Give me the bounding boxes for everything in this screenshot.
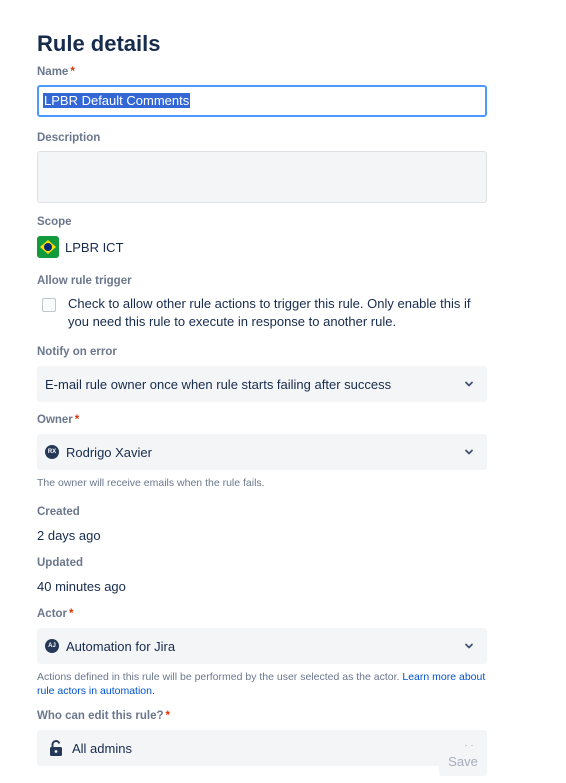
actor-help-text: Actions defined in this rule will be per… [37,671,486,697]
who-can-edit-label: Who can edit this rule? * [37,710,170,722]
allow-trigger-checkbox[interactable] [42,298,56,312]
actor-group: Actor * AJ Automation for Jira Actions de… [37,606,487,698]
avatar: AJ [45,639,59,653]
rule-details-form: Rule details Name * LPBR Default Comments… [37,30,487,766]
allow-trigger-group: Allow rule trigger Check to allow other … [37,273,487,331]
who-can-edit-select[interactable]: All admins [37,730,487,766]
created-group: Created 2 days ago [37,504,487,544]
owner-label: Owner * [37,414,80,426]
chevron-down-icon [465,449,473,455]
save-button[interactable]: Save [439,746,487,776]
updated-label: Updated [37,557,83,569]
lock-icon [50,740,62,756]
updated-group: Updated 40 minutes ago [37,555,487,595]
scope-group: Scope LPBR ICT [37,214,487,258]
chevron-down-icon [465,381,473,387]
created-label: Created [37,506,80,518]
notify-label: Notify on error [37,346,117,358]
scope-text: LPBR ICT [65,239,124,255]
page-title: Rule details [37,31,161,56]
description-input[interactable] [37,151,487,203]
rule-details-panel: Rule details Name * LPBR Default Comments… [0,0,566,783]
chevron-down-icon [465,643,473,649]
description-field-group: Description [37,130,487,203]
actor-label: Actor * [37,608,74,620]
updated-value: 40 minutes ago [37,579,126,594]
description-label: Description [37,132,101,144]
created-value: 2 days ago [37,528,101,543]
name-label: Name * [37,66,75,78]
notify-select-value: E-mail rule owner once when rule starts … [45,376,392,392]
brazil-flag-icon [37,236,59,258]
name-input-value: LPBR Default Comments [43,93,191,108]
allow-trigger-text: Check to allow other rule actions to tri… [68,296,471,329]
owner-select-value: Rodrigo Xavier [66,444,152,460]
who-can-edit-group: Who can edit this rule? * All admins [37,708,487,766]
name-field-group: Name * LPBR Default Comments [37,64,487,117]
actor-select-value: Automation for Jira [66,638,176,654]
who-can-edit-select-value: All admins [72,740,132,756]
actor-select[interactable]: AJ Automation for Jira [37,628,487,664]
allow-trigger-row: Check to allow other rule actions to tri… [37,295,487,331]
avatar: RX [45,445,59,459]
allow-trigger-label: Allow rule trigger [37,275,132,287]
owner-select[interactable]: RX Rodrigo Xavier [37,434,487,470]
owner-help-text: The owner will receive emails when the r… [37,477,265,489]
owner-group: Owner * RX Rodrigo Xavier The owner will … [37,412,487,490]
notify-select[interactable]: E-mail rule owner once when rule starts … [37,366,487,402]
notify-group: Notify on error E-mail rule owner once w… [37,344,487,402]
scope-value: LPBR ICT [37,236,487,258]
name-input[interactable]: LPBR Default Comments [37,85,487,117]
scope-label: Scope [37,216,72,228]
